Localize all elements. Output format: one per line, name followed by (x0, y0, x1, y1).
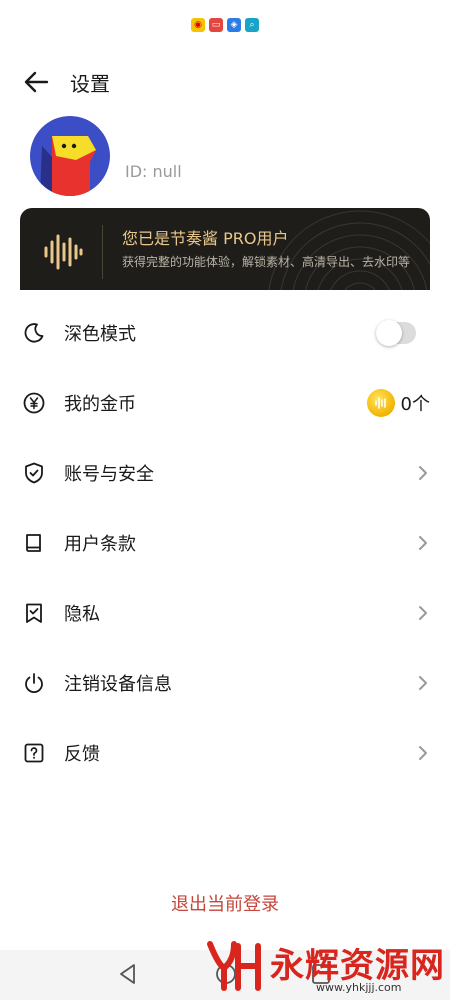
avatar[interactable] (30, 116, 110, 196)
menu-label: 我的金币 (64, 394, 136, 415)
menu-label: 反馈 (64, 744, 100, 765)
toggle-knob (376, 320, 402, 346)
chevron-right-icon (419, 606, 427, 620)
pro-title: 您已是节奏酱 PRO用户 (122, 229, 289, 248)
menu-item-feedback[interactable]: 反馈 (0, 718, 450, 788)
menu-item-coins[interactable]: 我的金币 0个 (0, 368, 450, 438)
pro-subtitle: 获得完整的功能体验，解锁素材、高清导出、去水印等 (122, 255, 411, 269)
menu-label: 注销设备信息 (64, 674, 172, 695)
watermark-logo-icon (207, 941, 261, 991)
arrow-left-icon (24, 71, 49, 93)
app-red-icon: ▭ (209, 18, 223, 32)
watermark-url: www.yhkjjj.com (316, 981, 402, 994)
moon-icon (24, 323, 44, 343)
menu-label: 深色模式 (64, 324, 136, 345)
menu-item-user-terms[interactable]: 用户条款 (0, 508, 450, 578)
page-title: 设置 (70, 71, 110, 96)
chevron-right-icon (419, 676, 427, 690)
menu-label: 隐私 (64, 604, 100, 625)
logout-button[interactable]: 退出当前登录 (0, 890, 450, 916)
chevron-right-icon (419, 536, 427, 550)
gold-coin-icon (366, 389, 395, 417)
chevron-right-icon (419, 466, 427, 480)
user-id: ID: null (125, 162, 182, 181)
weibo-icon: ◉ (191, 18, 205, 32)
menu-label: 账号与安全 (64, 464, 154, 485)
menu-label: 用户条款 (64, 534, 136, 555)
header: 设置 (0, 58, 450, 106)
site-watermark: 永辉资源网 www.yhkjjj.com (200, 936, 450, 1000)
menu-item-account-security[interactable]: 账号与安全 (0, 438, 450, 508)
waveform-logo-icon (44, 234, 83, 270)
yen-coin-icon (23, 392, 45, 414)
search-app-icon: ⌕ (245, 18, 259, 32)
dark-mode-toggle[interactable] (376, 320, 416, 346)
book-icon (26, 534, 41, 552)
back-button[interactable] (18, 64, 54, 100)
nav-back-icon[interactable] (118, 962, 138, 986)
question-icon (24, 743, 44, 763)
bulb-icon: ◈ (227, 18, 241, 32)
bookmark-check-icon (26, 603, 42, 623)
coin-count: 0个 (400, 394, 430, 415)
card-divider (102, 225, 103, 279)
shield-check-icon (25, 462, 43, 484)
menu-item-dark-mode[interactable]: 深色模式 (0, 298, 450, 368)
power-icon (25, 673, 43, 694)
menu-item-deregister-device[interactable]: 注销设备信息 (0, 648, 450, 718)
status-bar: ◉ ▭ ◈ ⌕ (0, 0, 450, 50)
menu-item-privacy[interactable]: 隐私 (0, 578, 450, 648)
watermark-name: 永辉资源网 (270, 946, 445, 986)
coin-balance: 0个 (366, 389, 430, 417)
avatar-character-icon (40, 136, 96, 196)
chevron-right-icon (419, 746, 427, 760)
